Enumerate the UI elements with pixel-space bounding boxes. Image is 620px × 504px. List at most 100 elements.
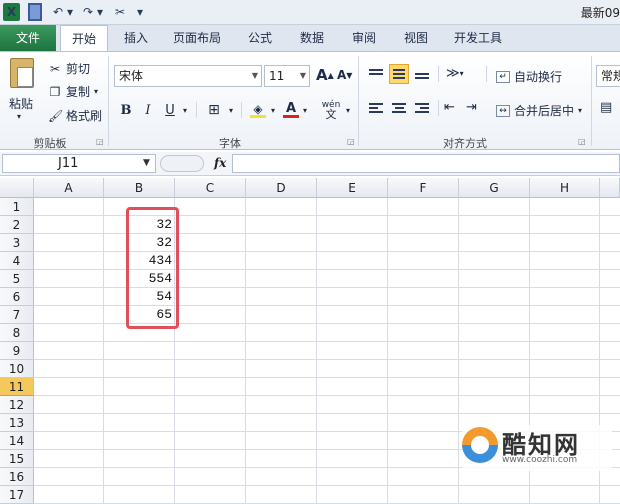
- font-group-label: 字体: [219, 137, 241, 150]
- row-header-6[interactable]: 6: [0, 288, 34, 306]
- paste-dropdown-icon[interactable]: ▾: [17, 112, 21, 121]
- align-center-button[interactable]: [389, 98, 409, 118]
- formula-bar-resize-handle[interactable]: [160, 155, 204, 172]
- row-header-12[interactable]: 12: [0, 396, 34, 414]
- row-header-15[interactable]: 15: [0, 450, 34, 468]
- cell-b4[interactable]: 434: [104, 252, 172, 270]
- row-header-4[interactable]: 4: [0, 252, 34, 270]
- increase-indent-button[interactable]: ⇥: [466, 100, 477, 115]
- column-header-c[interactable]: C: [175, 178, 246, 198]
- shrink-font-button[interactable]: A ▼: [337, 68, 352, 82]
- italic-button[interactable]: I: [139, 100, 157, 120]
- format-painter-button[interactable]: 🖌 格式刷: [48, 107, 102, 124]
- redo-icon[interactable]: ↷: [80, 3, 96, 21]
- customize-toolbar-icon[interactable]: ▾: [135, 3, 145, 21]
- undo-icon[interactable]: ↶: [50, 3, 66, 21]
- fill-color-button[interactable]: ◈: [248, 100, 268, 120]
- cell-b5[interactable]: 554: [104, 270, 172, 288]
- bold-button[interactable]: B: [117, 100, 135, 120]
- copy-label: 复制: [66, 85, 91, 99]
- grow-font-button[interactable]: A ▲: [316, 66, 334, 84]
- name-box-dropdown-icon[interactable]: ▼: [143, 158, 150, 168]
- align-top-button[interactable]: [366, 64, 386, 84]
- fill-color-dropdown-icon[interactable]: ▾: [268, 100, 278, 120]
- tab-file[interactable]: 文件: [0, 25, 56, 51]
- underline-button[interactable]: U: [162, 100, 178, 120]
- orientation-button[interactable]: ≫ ▾: [446, 66, 464, 81]
- save-icon[interactable]: [28, 3, 42, 21]
- clipboard-group-label: 剪贴板: [33, 137, 67, 150]
- name-box[interactable]: J11: [2, 154, 156, 173]
- number-format-select[interactable]: 常规: [596, 65, 620, 87]
- cell-b2[interactable]: 32: [104, 216, 172, 234]
- row-header-8[interactable]: 8: [0, 324, 34, 342]
- row-header-17[interactable]: 17: [0, 486, 34, 504]
- row-header-2[interactable]: 2: [0, 216, 34, 234]
- font-launcher-icon[interactable]: ◲: [347, 137, 355, 146]
- select-all-corner[interactable]: [0, 178, 34, 198]
- wrap-text-button[interactable]: ↵ 自动换行: [496, 68, 562, 85]
- column-header-g[interactable]: G: [459, 178, 530, 198]
- align-right-button[interactable]: [412, 98, 432, 118]
- row-header-3[interactable]: 3: [0, 234, 34, 252]
- column-header-h[interactable]: H: [530, 178, 600, 198]
- column-header-d[interactable]: D: [246, 178, 317, 198]
- phonetic-dropdown-icon[interactable]: ▾: [343, 100, 353, 120]
- borders-dropdown-icon[interactable]: ▾: [226, 100, 236, 120]
- column-header-partial[interactable]: [600, 178, 620, 198]
- column-header-a[interactable]: A: [34, 178, 104, 198]
- cell-b6[interactable]: 54: [104, 288, 172, 306]
- row-header-5[interactable]: 5: [0, 270, 34, 288]
- column-header-e[interactable]: E: [317, 178, 388, 198]
- align-left-button[interactable]: [366, 98, 386, 118]
- column-header-f[interactable]: F: [388, 178, 459, 198]
- undo-dropdown-icon[interactable]: ▾: [66, 3, 74, 21]
- redo-dropdown-icon[interactable]: ▾: [96, 3, 104, 21]
- row-header-16[interactable]: 16: [0, 468, 34, 486]
- paste-button[interactable]: 粘贴: [9, 95, 33, 112]
- column-header-b[interactable]: B: [104, 178, 175, 198]
- cell-b3[interactable]: 32: [104, 234, 172, 252]
- tab-page-layout[interactable]: 页面布局: [164, 25, 230, 51]
- tab-data[interactable]: 数据: [290, 25, 334, 51]
- font-name-select[interactable]: 宋体 ▼: [114, 65, 262, 87]
- increase-indent-icon: ⇥: [466, 100, 477, 115]
- row-header-14[interactable]: 14: [0, 432, 34, 450]
- underline-dropdown-icon[interactable]: ▾: [180, 100, 190, 120]
- font-size-value: 11: [269, 69, 285, 83]
- row-header-13[interactable]: 13: [0, 414, 34, 432]
- tab-developer[interactable]: 开发工具: [446, 25, 510, 51]
- insert-function-icon[interactable]: fx: [214, 156, 226, 170]
- tab-review[interactable]: 审阅: [342, 25, 386, 51]
- row-header-1[interactable]: 1: [0, 198, 34, 216]
- tab-insert[interactable]: 插入: [116, 25, 156, 51]
- clipboard-launcher-icon[interactable]: ◲: [96, 137, 104, 146]
- currency-icon[interactable]: ▤: [600, 100, 612, 115]
- scissors-icon: ✂: [49, 61, 61, 76]
- align-bottom-button[interactable]: [412, 64, 432, 84]
- formula-input[interactable]: [232, 154, 620, 173]
- cell-b7[interactable]: 65: [104, 306, 172, 324]
- tab-formulas[interactable]: 公式: [238, 25, 282, 51]
- phonetic-guide-button[interactable]: wén 文: [320, 100, 342, 121]
- copy-button[interactable]: ❐ 复制 ▾: [48, 83, 98, 100]
- align-middle-button[interactable]: [389, 64, 409, 84]
- alignment-launcher-icon[interactable]: ◲: [578, 137, 586, 146]
- row-header-10[interactable]: 10: [0, 360, 34, 378]
- font-color-button[interactable]: A: [282, 100, 300, 120]
- row-header-7[interactable]: 7: [0, 306, 34, 324]
- merge-center-label: 合并后居中: [514, 104, 575, 118]
- worksheet-grid[interactable]: ABCDEFGH 1 2 3 4 5 6 7 8 9 10 11 12 13 14 15 16 17 32 32 4…: [0, 178, 620, 504]
- tab-view[interactable]: 视图: [394, 25, 438, 51]
- merge-center-button[interactable]: ↔ 合并后居中 ▾: [496, 102, 582, 119]
- row-header-9[interactable]: 9: [0, 342, 34, 360]
- font-size-select[interactable]: 11 ▼: [264, 65, 310, 87]
- tab-home[interactable]: 开始: [60, 25, 108, 52]
- row-header-11[interactable]: 11: [0, 378, 34, 396]
- borders-icon[interactable]: ⊞: [204, 100, 224, 120]
- decrease-indent-button[interactable]: ⇤: [444, 100, 455, 115]
- paste-icon[interactable]: [10, 58, 34, 88]
- cut-button[interactable]: ✂ 剪切: [48, 60, 90, 77]
- tools-icon[interactable]: ✂: [111, 3, 129, 21]
- font-color-dropdown-icon[interactable]: ▾: [300, 100, 310, 120]
